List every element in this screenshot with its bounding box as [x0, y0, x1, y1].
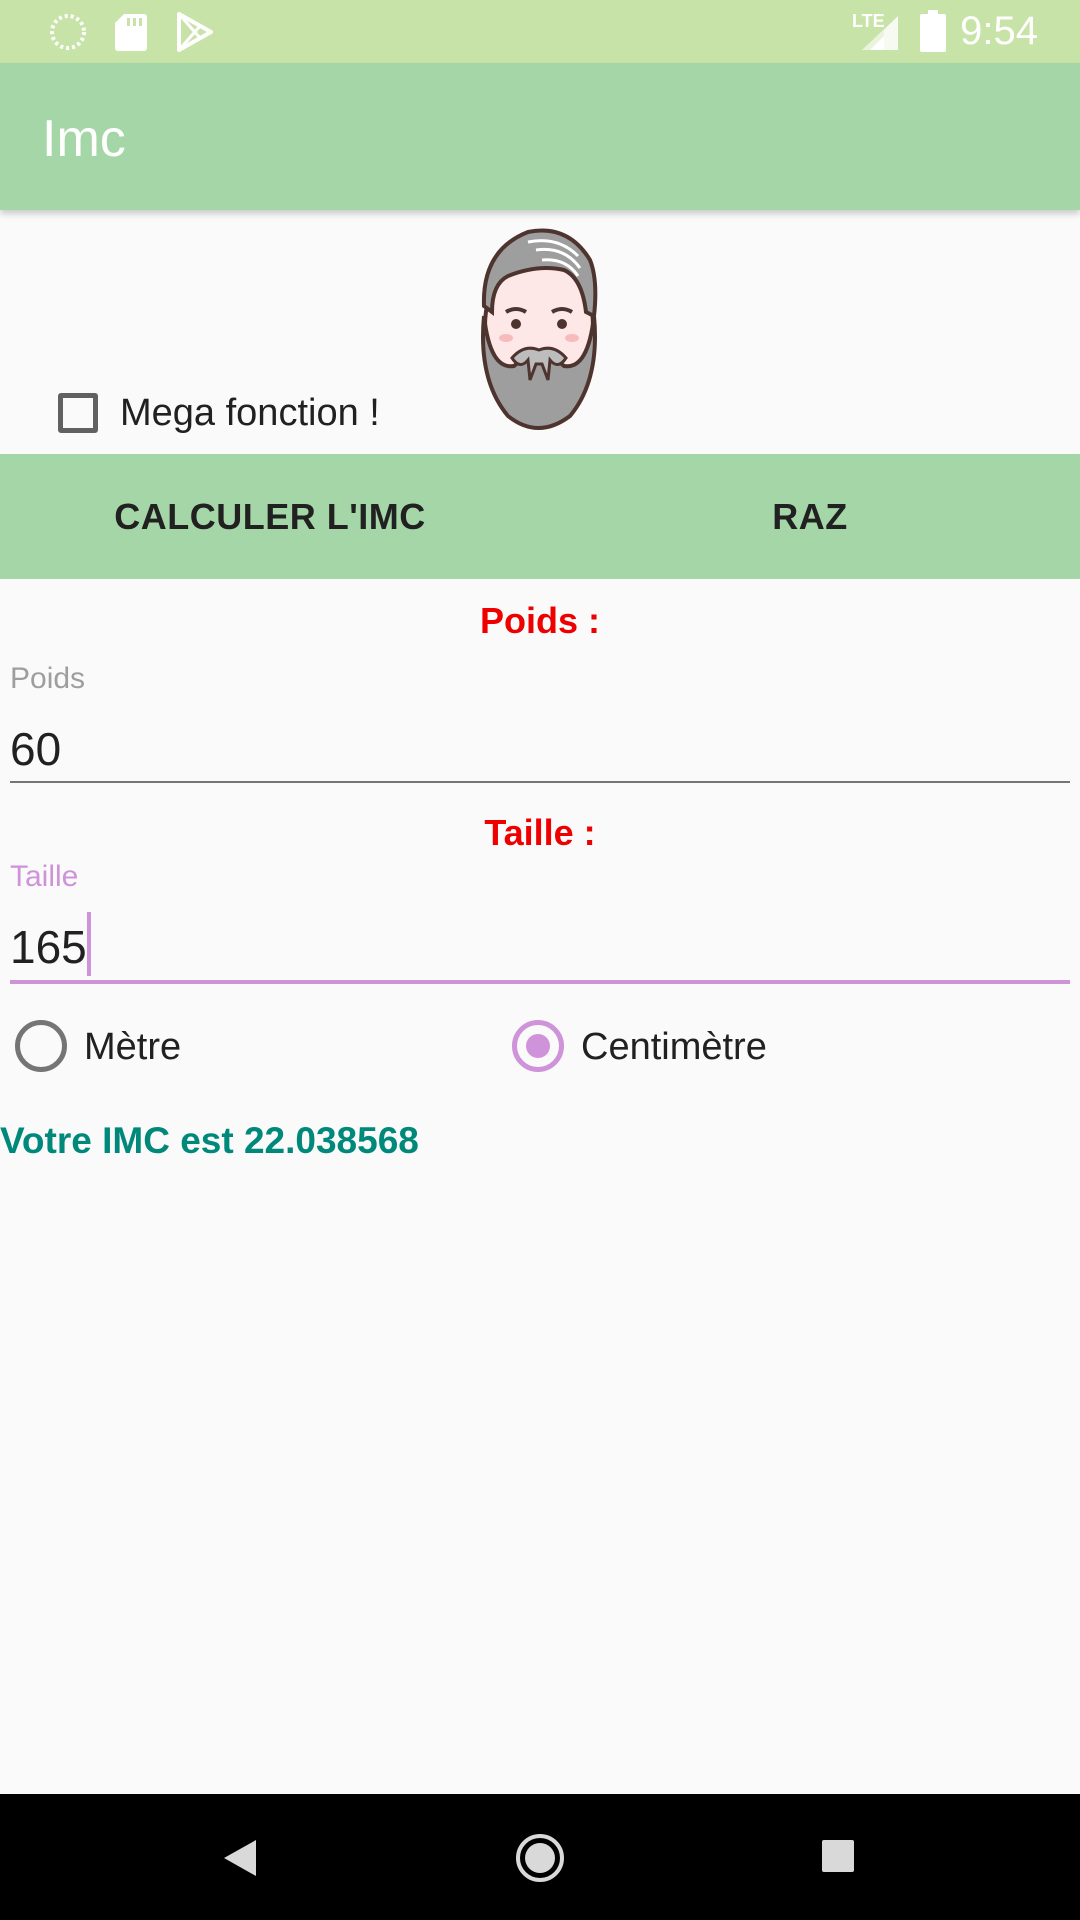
app-bar: Imc: [0, 63, 1080, 210]
height-input[interactable]: 165: [10, 920, 87, 974]
recents-icon[interactable]: [820, 1838, 856, 1874]
height-section-label: Taille :: [484, 812, 596, 853]
weight-hint: Poids: [10, 662, 86, 695]
app-title: Imc: [42, 110, 126, 168]
mega-function-checkbox[interactable]: Mega fonction !: [58, 388, 380, 438]
back-icon[interactable]: [222, 1838, 258, 1878]
radio-meter-label: Mètre: [84, 1026, 182, 1068]
checkbox-label: Mega fonction !: [120, 391, 380, 434]
height-underline: [10, 980, 1070, 984]
signal-icon: [862, 16, 898, 50]
weight-input[interactable]: 60: [10, 722, 61, 776]
sync-icon: [50, 14, 86, 50]
calculate-bmi-button[interactable]: CALCULER L'IMC: [0, 454, 540, 579]
home-icon[interactable]: [514, 1832, 566, 1884]
navigation-bar: [0, 1794, 1080, 1920]
play-store-icon: [177, 12, 213, 52]
reset-button[interactable]: RAZ: [540, 454, 1080, 579]
weight-section-label: Poids :: [479, 600, 600, 641]
button-bar: CALCULER L'IMC RAZ: [0, 454, 1080, 579]
bearded-man-avatar: [481, 228, 598, 430]
radio-meter[interactable]: [15, 1020, 67, 1072]
status-bar: LTE 9:54: [0, 0, 1080, 63]
checkbox-box[interactable]: [58, 393, 98, 433]
status-time: 9:54: [960, 9, 1038, 53]
weight-underline: [10, 781, 1070, 783]
battery-icon: [920, 10, 946, 52]
bmi-result: Votre IMC est 22.038568: [0, 1120, 419, 1161]
text-cursor: [87, 912, 91, 976]
radio-centimeter[interactable]: [512, 1020, 564, 1072]
radio-selected-dot: [526, 1034, 550, 1058]
height-hint: Taille: [10, 860, 79, 893]
radio-centimeter-label: Centimètre: [581, 1026, 767, 1068]
sd-card-icon: [115, 14, 147, 51]
